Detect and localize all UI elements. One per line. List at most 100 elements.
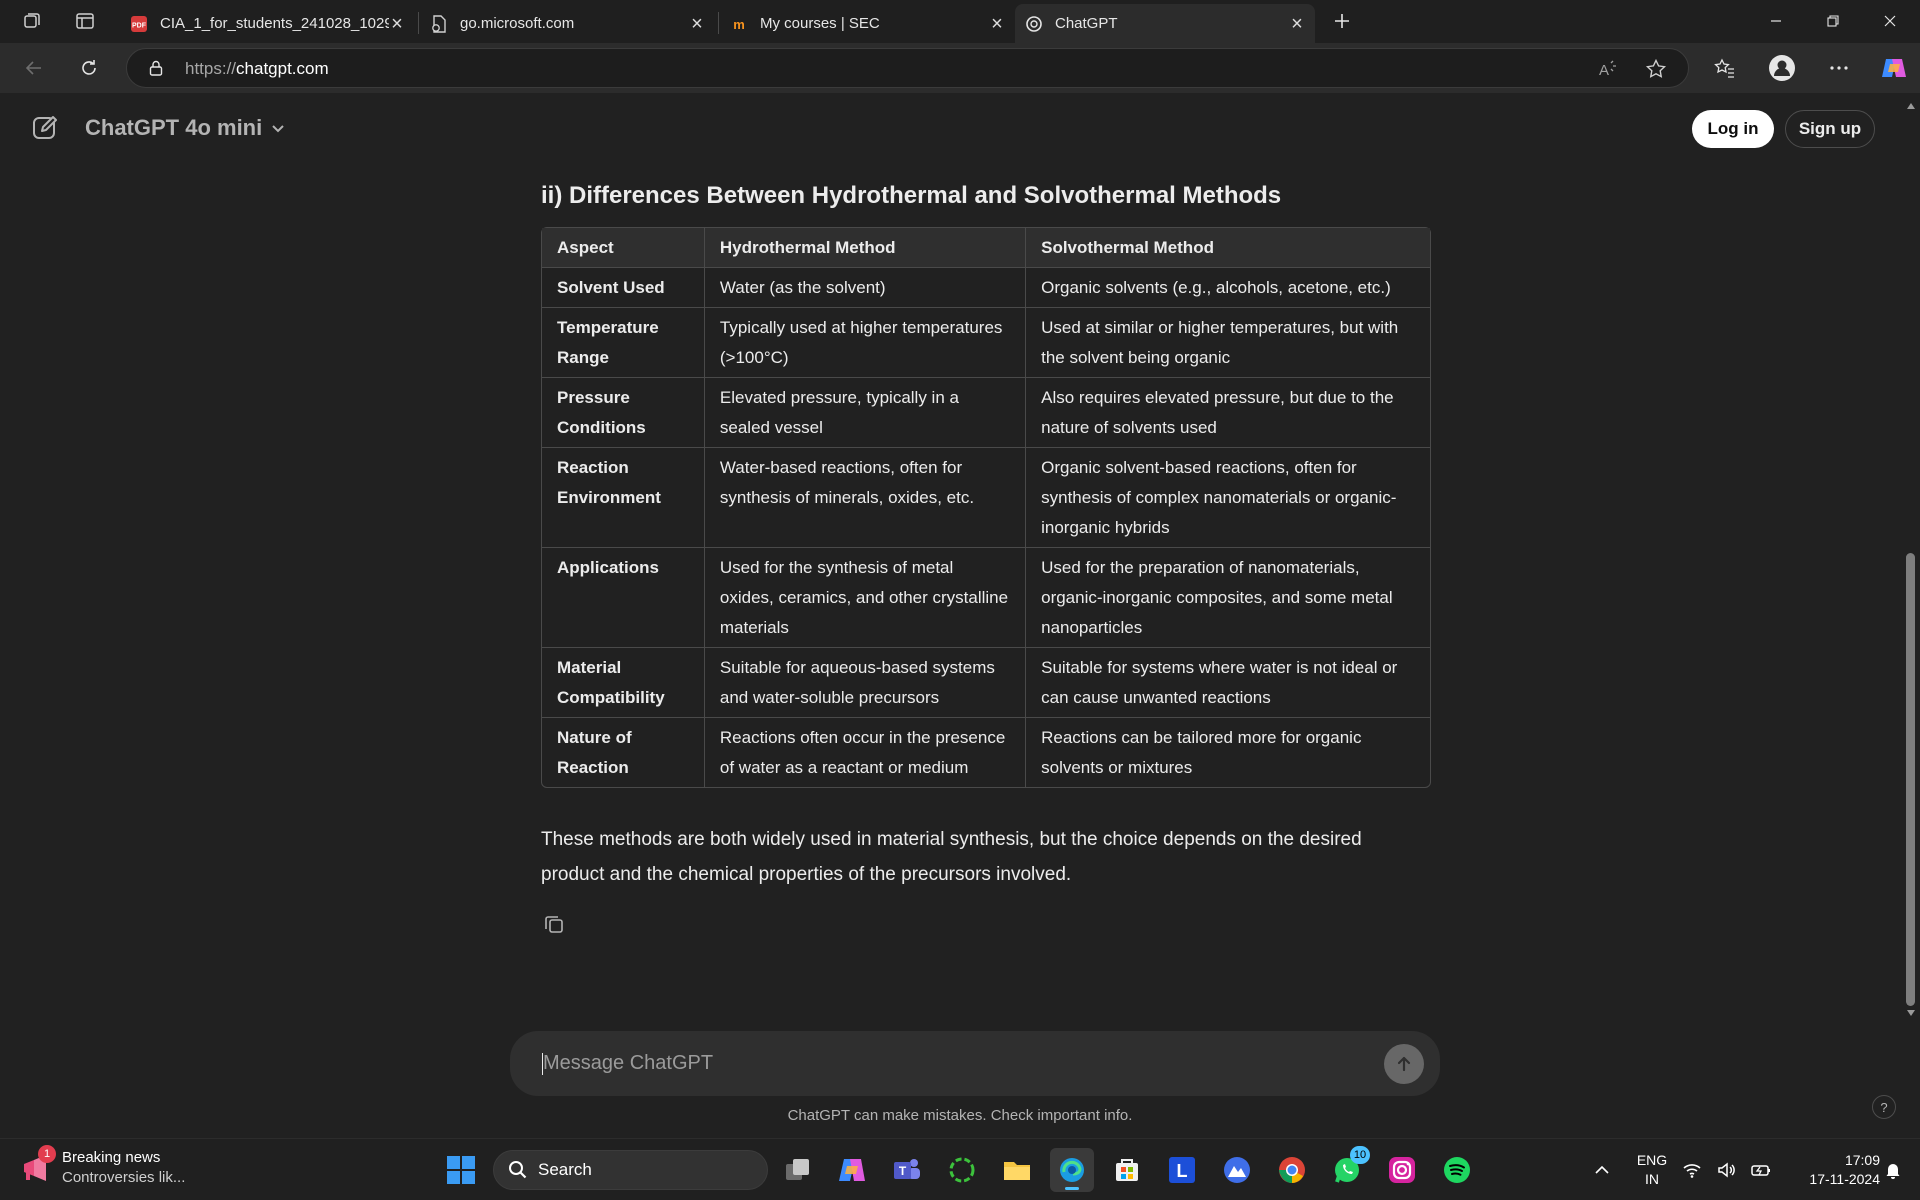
chatgpt-icon	[1025, 15, 1043, 33]
table-cell: Used for the synthesis of metal oxides, …	[704, 548, 1027, 648]
table-cell: Pressure Conditions	[542, 378, 705, 448]
tray-chevron-up-icon[interactable]	[1580, 1148, 1624, 1192]
edge-icon[interactable]	[1050, 1148, 1094, 1192]
scroll-down-icon[interactable]	[1906, 1008, 1916, 1018]
lock-icon[interactable]	[147, 59, 165, 82]
vertical-tabs-icon[interactable]	[70, 7, 100, 35]
table-cell: Water (as the solvent)	[704, 268, 1027, 308]
table-cell: Typically used at higher temperatures (>…	[704, 308, 1027, 378]
whatsapp-icon[interactable]: 10	[1325, 1146, 1370, 1192]
task-view-icon[interactable]	[776, 1148, 820, 1192]
instagram-icon[interactable]	[1380, 1148, 1424, 1192]
more-options-icon[interactable]	[1823, 52, 1855, 84]
address-bar[interactable]: https://chatgpt.com A	[126, 48, 1689, 88]
close-window-icon[interactable]	[1862, 0, 1918, 42]
clock-date: 17-11-2024	[1809, 1171, 1880, 1187]
table-cell: Applications	[542, 548, 705, 648]
start-icon[interactable]	[439, 1148, 483, 1192]
tab-separator	[718, 12, 719, 34]
favorites-icon[interactable]	[1709, 52, 1741, 84]
table-row: Solvent Used Water (as the solvent) Orga…	[542, 268, 1430, 308]
store-icon[interactable]	[1105, 1148, 1149, 1192]
close-icon[interactable]: ×	[1289, 14, 1305, 34]
workspaces-icon[interactable]	[17, 7, 47, 35]
url-text[interactable]: https://chatgpt.com	[185, 59, 329, 79]
teams-icon[interactable]: T	[885, 1148, 929, 1192]
table-row: Pressure Conditions Elevated pressure, t…	[542, 378, 1430, 448]
table-cell: Suitable for systems where water is not …	[1026, 648, 1430, 718]
table-header-row: Aspect Hydrothermal Method Solvothermal …	[542, 228, 1430, 268]
spotify-icon[interactable]	[1435, 1148, 1479, 1192]
message-input[interactable]: Message ChatGPT	[543, 1052, 713, 1075]
table-cell: Also requires elevated pressure, but due…	[1026, 378, 1430, 448]
table-cell: Suitable for aqueous-based systems and w…	[704, 648, 1027, 718]
read-aloud-icon[interactable]: A	[1597, 58, 1619, 85]
svg-text:m: m	[733, 17, 745, 32]
url-protocol: https://	[185, 59, 237, 78]
news-badge: 1	[38, 1145, 56, 1163]
search-icon	[509, 1161, 527, 1179]
back-icon[interactable]	[18, 52, 50, 84]
new-chat-icon[interactable]	[30, 113, 60, 143]
refresh-icon[interactable]	[73, 52, 105, 84]
table-cell: Material Compatibility	[542, 648, 705, 718]
copilot-icon[interactable]	[1878, 52, 1910, 84]
language-indicator[interactable]: ENG IN	[1633, 1151, 1671, 1189]
volume-icon	[1718, 1162, 1735, 1178]
document-icon	[430, 14, 448, 33]
xbox-ring-icon[interactable]	[940, 1148, 984, 1192]
tab-go-microsoft[interactable]: go.microsoft.com ×	[420, 4, 715, 43]
copy-icon[interactable]	[543, 913, 565, 935]
signup-button[interactable]: Sign up	[1785, 110, 1875, 148]
send-button[interactable]	[1384, 1044, 1424, 1084]
chevron-down-icon	[272, 125, 284, 133]
new-tab-icon[interactable]	[1327, 7, 1357, 35]
taskbar-search[interactable]: Search	[493, 1150, 768, 1190]
svg-text:T: T	[899, 1164, 907, 1178]
table-cell: Organic solvent-based reactions, often f…	[1026, 448, 1430, 548]
quick-settings[interactable]	[1675, 1148, 1779, 1192]
tab-chatgpt[interactable]: ChatGPT ×	[1015, 4, 1315, 43]
tab-title: My courses | SEC	[760, 15, 880, 32]
message-composer[interactable]: Message ChatGPT	[510, 1031, 1440, 1096]
scrollbar-thumb[interactable]	[1906, 553, 1915, 1006]
close-icon[interactable]: ×	[989, 14, 1005, 34]
restore-icon[interactable]	[1805, 0, 1861, 42]
tab-title: CIA_1_for_students_241028_1029…	[160, 15, 389, 32]
tab-pdf[interactable]: PDF CIA_1_for_students_241028_1029… ×	[120, 4, 415, 43]
news-subtitle: Controversies lik...	[62, 1169, 186, 1186]
news-widget[interactable]: 1 Breaking news Controversies lik...	[20, 1145, 186, 1188]
mountain-app-icon[interactable]	[1215, 1148, 1259, 1192]
table-cell: Reactions often occur in the presence of…	[705, 718, 1027, 787]
language-code: ENG	[1636, 1152, 1668, 1168]
chrome-icon[interactable]	[1270, 1148, 1314, 1192]
table-cell: Reaction Environment	[542, 448, 705, 548]
clock[interactable]: 17:09 17-11-2024	[1780, 1151, 1880, 1189]
table-row: Nature of Reaction Reactions often occur…	[542, 718, 1430, 787]
profile-avatar-icon[interactable]	[1766, 52, 1798, 84]
table-row: Material Compatibility Suitable for aque…	[542, 648, 1430, 718]
file-explorer-icon[interactable]	[995, 1148, 1039, 1192]
login-button[interactable]: Log in	[1692, 110, 1774, 148]
table-header-cell: Aspect	[542, 228, 705, 268]
help-button[interactable]: ?	[1872, 1095, 1896, 1119]
favorite-star-icon[interactable]	[1645, 58, 1667, 85]
region-code: IN	[1645, 1171, 1659, 1187]
tab-my-courses[interactable]: m My courses | SEC ×	[720, 4, 1015, 43]
minimize-icon[interactable]	[1748, 0, 1804, 42]
pdf-icon: PDF	[130, 15, 148, 33]
arrow-up-icon	[1397, 1056, 1411, 1072]
notification-bell-icon[interactable]	[1875, 1148, 1911, 1192]
model-selector[interactable]: ChatGPT 4o mini	[85, 115, 286, 141]
table-row: Temperature Range Typically used at high…	[542, 308, 1430, 378]
close-icon[interactable]: ×	[389, 14, 405, 34]
tab-title: ChatGPT	[1055, 15, 1118, 32]
copilot-app-icon[interactable]	[830, 1148, 874, 1192]
table-cell: Solvent Used	[542, 268, 705, 308]
svg-text:A: A	[1599, 62, 1609, 79]
scroll-up-icon[interactable]	[1906, 101, 1916, 111]
close-icon[interactable]: ×	[689, 14, 705, 34]
launcher-l-icon[interactable]: L	[1160, 1148, 1204, 1192]
table-cell: Used at similar or higher temperatures, …	[1026, 308, 1430, 378]
summary-paragraph: These methods are both widely used in ma…	[541, 829, 1362, 885]
